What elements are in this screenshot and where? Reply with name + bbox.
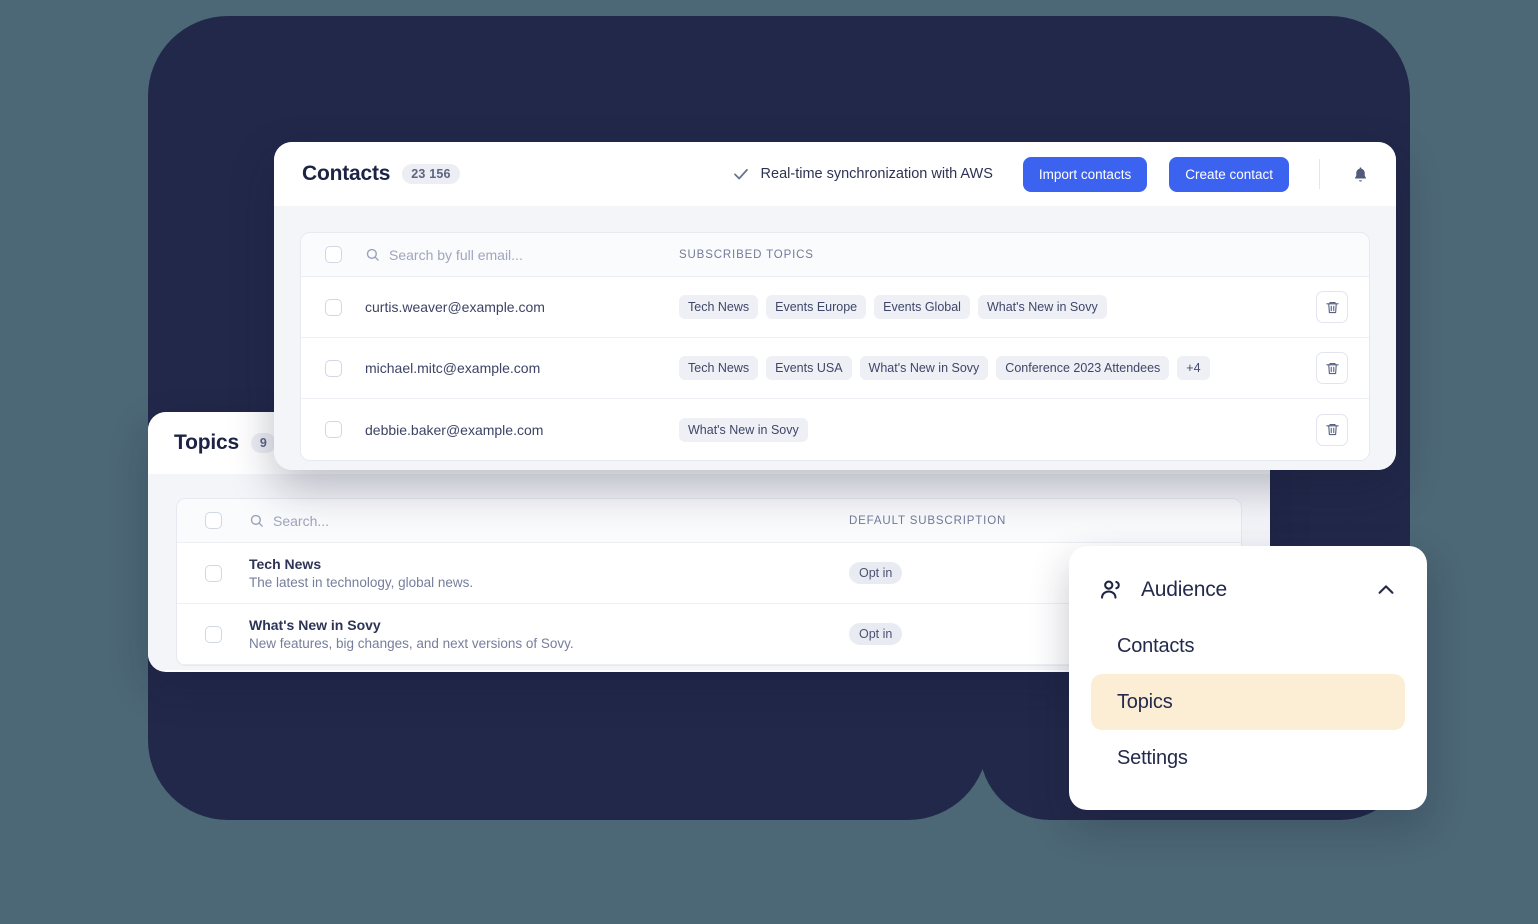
contact-row-actions [1295,413,1369,446]
contact-row-select-cell [301,359,365,377]
contacts-panel-header: Contacts 23 156 Real-time synchronizatio… [274,142,1396,206]
topic-tag: Events Europe [766,295,867,319]
topics-page-title: Topics [174,431,239,454]
delete-contact-button[interactable] [1316,291,1348,323]
topics-count-badge: 9 [250,433,277,453]
contacts-search-cell [365,246,679,263]
contact-row-checkbox[interactable] [324,359,342,377]
topic-tag-overflow: +4 [1177,356,1210,380]
topic-name: What's New in Sovy [249,617,381,633]
contact-topic-tags: Tech News Events USA What's New in Sovy … [679,356,1295,380]
sync-status: Real-time synchronization with AWS [732,165,993,183]
delete-contact-button[interactable] [1316,352,1348,384]
contact-row[interactable]: curtis.weaver@example.com Tech News Even… [301,277,1369,338]
search-icon [250,514,263,527]
topics-select-all-checkbox[interactable] [204,512,222,529]
topics-table-header: DEFAULT SUBSCRIPTION [177,499,1241,543]
contacts-select-all-cell [301,246,365,263]
contact-row[interactable]: michael.mitc@example.com Tech News Event… [301,338,1369,399]
delete-contact-button[interactable] [1316,413,1348,446]
topic-tag: Events USA [766,356,852,380]
contact-topic-tags: What's New in Sovy [679,417,1295,442]
contact-row-checkbox[interactable] [324,421,342,438]
contact-topic-tags: Tech News Events Europe Events Global Wh… [679,295,1295,319]
contacts-table: SUBSCRIBED TOPICS curtis.weaver@example.… [300,232,1370,461]
contact-email: michael.mitc@example.com [365,360,541,376]
contact-email: curtis.weaver@example.com [365,299,545,315]
import-contacts-button[interactable]: Import contacts [1022,156,1148,192]
contact-row[interactable]: debbie.baker@example.com What's New in S… [301,399,1369,460]
topic-tag: Tech News [679,295,759,319]
topic-tag: Conference 2023 Attendees [996,356,1170,380]
contact-row-select-cell [301,298,365,316]
topic-description: New features, big changes, and next vers… [249,636,574,651]
contacts-count-badge: 23 156 [402,164,460,184]
search-icon [366,248,379,261]
contact-row-actions [1295,291,1369,323]
header-divider [1319,159,1320,189]
audience-group-toggle[interactable]: Audience [1091,562,1405,618]
subscription-badge: Opt in [849,562,903,584]
topic-name: Tech News [249,556,322,572]
topic-description: The latest in technology, global news. [249,575,474,590]
topic-info-cell: What's New in Sovy New features, big cha… [249,617,849,651]
contacts-column-topics: SUBSCRIBED TOPICS [679,248,814,261]
contacts-select-all-checkbox[interactable] [324,246,342,263]
topic-row-select-cell [177,564,249,582]
check-icon [733,168,748,180]
contacts-search-input[interactable] [389,246,679,263]
menu-item-settings[interactable]: Settings [1091,730,1405,786]
topic-tag: What's New in Sovy [859,356,989,380]
topics-search-cell [249,512,849,529]
contact-row-select-cell [301,421,365,438]
users-icon [1101,580,1120,599]
contact-row-actions [1295,352,1369,384]
contact-row-checkbox[interactable] [324,298,342,316]
menu-item-topics[interactable]: Topics [1091,674,1405,730]
topic-row-select-cell [177,625,249,643]
trash-icon [1325,301,1339,313]
topics-select-all-cell [177,512,249,529]
topic-row-checkbox[interactable] [204,625,222,643]
trash-icon [1325,423,1339,436]
subscription-badge: Opt in [849,623,903,645]
audience-group-label: Audience [1141,578,1227,601]
topics-search-input[interactable] [273,512,849,529]
contacts-panel: Contacts 23 156 Real-time synchronizatio… [274,142,1396,470]
chevron-up-icon [1378,585,1394,594]
topic-info-cell: Tech News The latest in technology, glob… [249,556,849,590]
bell-icon [1354,166,1366,182]
contacts-table-header: SUBSCRIBED TOPICS [301,233,1369,277]
screenshot-root: Topics 9 DEFAULT SUBSCRIPTION [0,0,1538,924]
sync-status-label: Real-time synchronization with AWS [760,166,993,182]
topic-tag: What's New in Sovy [977,295,1107,319]
contact-email: debbie.baker@example.com [365,421,544,438]
topic-tag: Tech News [679,356,759,380]
create-contact-button[interactable]: Create contact [1169,156,1289,192]
topic-row-checkbox[interactable] [204,564,222,582]
menu-item-contacts[interactable]: Contacts [1091,618,1405,674]
topics-column-subscription: DEFAULT SUBSCRIPTION [849,514,1007,527]
topic-tag: What's New in Sovy [679,417,808,442]
topic-tag: Events Global [874,295,970,319]
audience-nav-menu: Audience Contacts Topics Settings [1069,546,1427,810]
contacts-page-title: Contacts [302,162,391,185]
notifications-button[interactable] [1346,160,1374,188]
trash-icon [1325,362,1339,374]
contacts-panel-body: SUBSCRIBED TOPICS curtis.weaver@example.… [274,206,1396,470]
